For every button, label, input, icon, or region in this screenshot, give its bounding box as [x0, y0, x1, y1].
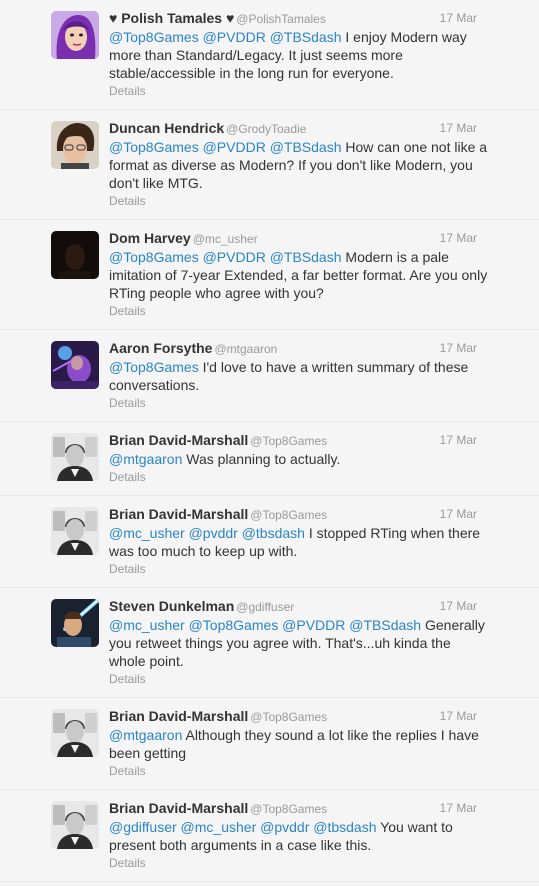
mention-link[interactable]: @mc_usher	[181, 819, 257, 835]
user-handle[interactable]: @Top8Games	[250, 710, 327, 724]
tweet-text: @mtgaaron Was planning to actually.	[109, 450, 489, 468]
mention-link[interactable]: @TBSdash	[349, 617, 421, 633]
user-name[interactable]: Dom Harvey	[109, 230, 191, 246]
tweet-text: @Top8Games @PVDDR @TBSdash Modern is a p…	[109, 248, 489, 302]
mention-link[interactable]: @mtgaaron	[109, 727, 182, 743]
tweet-timestamp[interactable]: 17 Mar	[440, 708, 477, 725]
user-handle[interactable]: @gdiffuser	[236, 600, 294, 614]
tweet-timestamp[interactable]: 17 Mar	[440, 230, 477, 247]
tweet-text: @Top8Games @PVDDR @TBSdash I enjoy Moder…	[109, 28, 489, 82]
tweet-timestamp[interactable]: 17 Mar	[440, 800, 477, 817]
avatar[interactable]	[51, 507, 99, 555]
tweet-header: Brian David-Marshall @Top8Games 17 Mar	[109, 432, 527, 449]
tweet-header: Steven Dunkelman @gdiffuser 17 Mar	[109, 598, 527, 615]
mention-link[interactable]: @PVDDR	[203, 139, 266, 155]
user-handle[interactable]: @mc_usher	[193, 232, 258, 246]
details-link[interactable]: Details	[109, 671, 527, 687]
mention-link[interactable]: @mc_usher	[109, 525, 185, 541]
tweet-item[interactable]: Duncan Hendrick @GrodyToadie 17 Mar @Top8Ga…	[0, 110, 539, 220]
tweet-item[interactable]: Brian David-Marshall @Top8Games 17 Mar @gdi…	[0, 790, 539, 882]
user-name[interactable]: ♥ Polish Tamales ♥	[109, 10, 234, 26]
tweet-header: Brian David-Marshall @Top8Games 17 Mar	[109, 708, 527, 725]
tweet-text-segment: Was planning to actually.	[182, 451, 341, 467]
tweet-header: Brian David-Marshall @Top8Games 17 Mar	[109, 800, 527, 817]
mention-link[interactable]: @mc_usher	[109, 617, 185, 633]
tweet-text: @mc_usher @pvddr @tbsdash I stopped RTin…	[109, 524, 489, 560]
mention-link[interactable]: @PVDDR	[203, 249, 266, 265]
avatar[interactable]	[51, 433, 99, 481]
tweet-timestamp[interactable]: 17 Mar	[440, 432, 477, 449]
details-link[interactable]: Details	[109, 469, 527, 485]
details-link[interactable]: Details	[109, 395, 527, 411]
tweet-text: @mtgaaron Although they sound a lot like…	[109, 726, 489, 762]
user-name[interactable]: Duncan Hendrick	[109, 120, 224, 136]
user-handle[interactable]: @Top8Games	[250, 508, 327, 522]
avatar[interactable]	[51, 709, 99, 757]
tweet-item[interactable]: Steven Dunkelman @gdiffuser 17 Mar @mc_ushe…	[0, 588, 539, 698]
mention-link[interactable]: @mtgaaron	[109, 451, 182, 467]
tweet-text: @Top8Games I'd love to have a written su…	[109, 358, 489, 394]
mention-link[interactable]: @pvddr	[189, 525, 238, 541]
details-link[interactable]: Details	[109, 193, 527, 209]
mention-link[interactable]: @tbsdash	[242, 525, 305, 541]
user-handle[interactable]: @GrodyToadie	[226, 122, 306, 136]
user-handle[interactable]: @PolishTamales	[236, 12, 326, 26]
user-name[interactable]: Brian David-Marshall	[109, 506, 248, 522]
mention-link[interactable]: @tbsdash	[313, 819, 376, 835]
mention-link[interactable]: @Top8Games	[109, 359, 199, 375]
tweet-text: @mc_usher @Top8Games @PVDDR @TBSdash Gen…	[109, 616, 489, 670]
user-name[interactable]: Brian David-Marshall	[109, 708, 248, 724]
user-handle[interactable]: @Top8Games	[250, 802, 327, 816]
mention-link[interactable]: @TBSdash	[270, 249, 342, 265]
mention-link[interactable]: @pvddr	[260, 819, 309, 835]
details-link[interactable]: Details	[109, 763, 527, 779]
tweet-timestamp[interactable]: 17 Mar	[440, 120, 477, 137]
tweet-timestamp[interactable]: 17 Mar	[440, 506, 477, 523]
details-link[interactable]: Details	[109, 303, 527, 319]
tweet-item[interactable]: Brian David-Marshall @Top8Games 17 Mar @mc_…	[0, 496, 539, 588]
avatar[interactable]	[51, 121, 99, 169]
avatar[interactable]	[51, 341, 99, 389]
tweet-item[interactable]: Brian David-Marshall @Top8Games 17 Mar @mtg…	[0, 698, 539, 790]
user-handle[interactable]: @Top8Games	[250, 434, 327, 448]
tweet-header: Duncan Hendrick @GrodyToadie 17 Mar	[109, 120, 527, 137]
mention-link[interactable]: @Top8Games	[109, 249, 199, 265]
user-handle[interactable]: @mtgaaron	[214, 342, 277, 356]
mention-link[interactable]: @PVDDR	[203, 29, 266, 45]
tweet-item[interactable]: Dom Harvey @mc_usher 17 Mar @Top8Games @PVD…	[0, 220, 539, 330]
user-name[interactable]: Aaron Forsythe	[109, 340, 212, 356]
tweet-timestamp[interactable]: 17 Mar	[440, 340, 477, 357]
user-name[interactable]: Brian David-Marshall	[109, 800, 248, 816]
tweet-header: Brian David-Marshall @Top8Games 17 Mar	[109, 506, 527, 523]
mention-link[interactable]: @TBSdash	[270, 139, 342, 155]
mention-link[interactable]: @Top8Games	[189, 617, 279, 633]
user-name[interactable]: Brian David-Marshall	[109, 432, 248, 448]
tweet-timeline: ♥ Polish Tamales ♥ @PolishTamales 17 Mar @T…	[0, 0, 539, 882]
avatar[interactable]	[51, 231, 99, 279]
details-link[interactable]: Details	[109, 83, 527, 99]
mention-link[interactable]: @Top8Games	[109, 139, 199, 155]
mention-link[interactable]: @PVDDR	[282, 617, 345, 633]
avatar[interactable]	[51, 801, 99, 849]
mention-link[interactable]: @TBSdash	[270, 29, 342, 45]
avatar[interactable]	[51, 11, 99, 59]
tweet-header: Aaron Forsythe @mtgaaron 17 Mar	[109, 340, 527, 357]
tweet-timestamp[interactable]: 17 Mar	[440, 10, 477, 27]
avatar[interactable]	[51, 599, 99, 647]
tweet-item[interactable]: Aaron Forsythe @mtgaaron 17 Mar @Top8Games …	[0, 330, 539, 422]
tweet-text: @Top8Games @PVDDR @TBSdash How can one n…	[109, 138, 489, 192]
tweet-header: Dom Harvey @mc_usher 17 Mar	[109, 230, 527, 247]
details-link[interactable]: Details	[109, 561, 527, 577]
tweet-item[interactable]: Brian David-Marshall @Top8Games 17 Mar @mtg…	[0, 422, 539, 496]
tweet-header: ♥ Polish Tamales ♥ @PolishTamales 17 Mar	[109, 10, 527, 27]
mention-link[interactable]: @Top8Games	[109, 29, 199, 45]
details-link[interactable]: Details	[109, 855, 527, 871]
tweet-timestamp[interactable]: 17 Mar	[440, 598, 477, 615]
tweet-item[interactable]: ♥ Polish Tamales ♥ @PolishTamales 17 Mar @T…	[0, 0, 539, 110]
tweet-text: @gdiffuser @mc_usher @pvddr @tbsdash You…	[109, 818, 489, 854]
user-name[interactable]: Steven Dunkelman	[109, 598, 234, 614]
mention-link[interactable]: @gdiffuser	[109, 819, 177, 835]
